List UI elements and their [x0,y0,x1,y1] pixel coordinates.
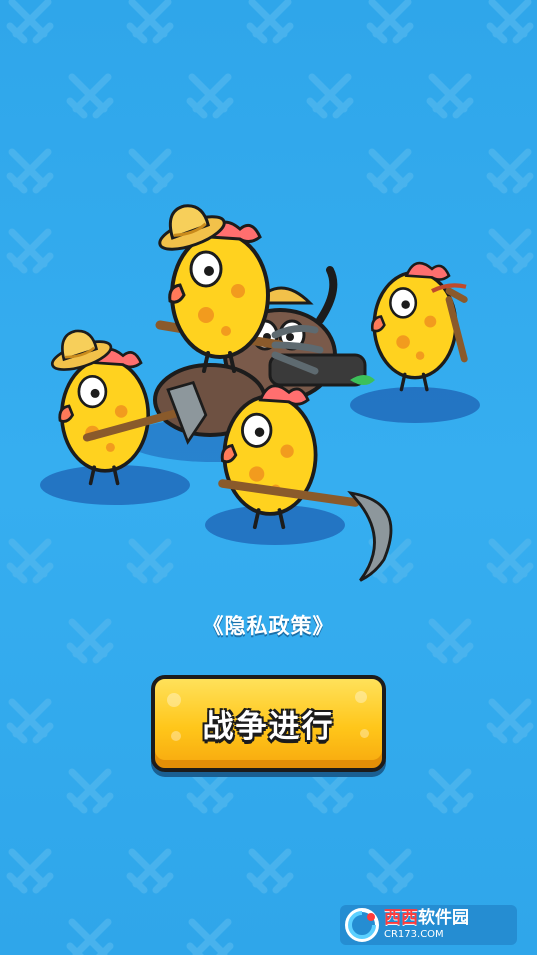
hero-illustration [40,193,480,582]
start-war-button[interactable]: 战争进行 [151,675,386,772]
watermark-logo-icon [345,908,379,942]
watermark-name-white: 软件园 [418,908,469,928]
watermark: 西西软件园 CR173.COM [340,905,517,945]
privacy-policy-link[interactable]: 《隐私政策》 [0,610,537,640]
watermark-domain: CR173.COM [384,929,444,940]
start-war-button-label: 战争进行 [202,709,335,745]
chick-warrior-farmer [148,193,270,373]
chick-warrior-slingshot [370,261,468,392]
watermark-name-red: 西西 [384,908,418,928]
